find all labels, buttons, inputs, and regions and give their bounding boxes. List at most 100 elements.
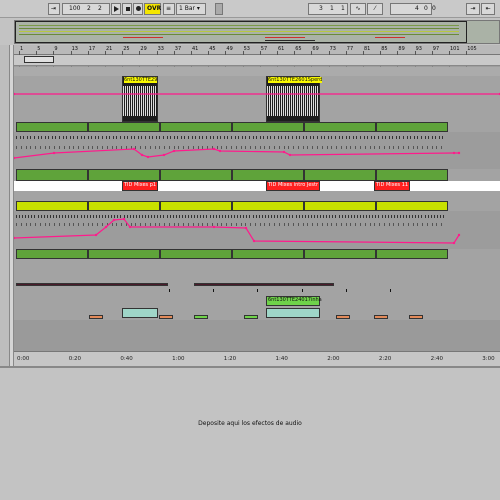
- audio-clip[interactable]: 6nt130TTE29: [122, 76, 158, 122]
- midi-clip[interactable]: [376, 169, 448, 181]
- arrangement-position[interactable]: 3 1 1: [308, 3, 348, 15]
- midi-clip[interactable]: [232, 201, 304, 211]
- note-mark: [49, 215, 51, 218]
- lane-red[interactable]: TID Mixes p1 TID Mixes intro Jestr TID Mix…: [14, 181, 500, 191]
- lane-yellow[interactable]: [14, 201, 500, 211]
- punch-out-icon[interactable]: ⇤: [481, 3, 495, 15]
- lane-green-2[interactable]: [14, 169, 500, 181]
- lane-empty[interactable]: [14, 191, 500, 201]
- lane-audio-1[interactable]: 6nt130TTE29 6nt130TTE2601Sperd: [14, 76, 500, 122]
- loop-length[interactable]: 4 0 0: [390, 3, 436, 15]
- lane-bottom[interactable]: [14, 320, 500, 351]
- midi-clip[interactable]: [88, 169, 160, 181]
- midi-clip[interactable]: [304, 169, 376, 181]
- midi-clip[interactable]: [160, 122, 232, 132]
- midi-clip[interactable]: 6nt130TTE24017inha: [266, 296, 322, 306]
- midi-clip[interactable]: [376, 249, 448, 259]
- draw-mode-icon[interactable]: ⁄: [367, 3, 383, 15]
- lane-empty-2[interactable]: [14, 259, 500, 281]
- note-mark: [163, 215, 165, 218]
- arrangement-overview[interactable]: [14, 20, 500, 44]
- midi-clip[interactable]: [376, 201, 448, 211]
- midi-clip[interactable]: [304, 122, 376, 132]
- midi-clip[interactable]: [16, 283, 168, 286]
- lane-green-3[interactable]: [14, 249, 500, 259]
- note-mark: [439, 215, 441, 218]
- lane-green-1[interactable]: [14, 122, 500, 132]
- midi-clip[interactable]: [194, 315, 208, 319]
- audio-clip[interactable]: TID Mixes intro Jestr: [266, 181, 320, 191]
- device-view[interactable]: Deposite aqui los efectos de audio: [0, 366, 500, 500]
- note-mark: [250, 223, 252, 226]
- overdub-button[interactable]: OVR: [144, 3, 161, 15]
- overview-viewport[interactable]: [15, 21, 467, 43]
- arrangement-view[interactable]: 1 5 9 13 17 21 25 29 33 37 41 45 49 53 57 61 65 69 73 77 81 8…: [14, 45, 500, 366]
- punch-in-icon[interactable]: ⇥: [466, 3, 480, 15]
- bar-ruler[interactable]: 1 5 9 13 17 21 25 29 33 37 41 45 49 53 57 61 65 69 73 77 81 8…: [14, 45, 500, 55]
- follow-icon[interactable]: ∿: [350, 3, 366, 15]
- dropdown-icon[interactable]: [215, 3, 223, 15]
- play-button[interactable]: [111, 3, 121, 15]
- time-ruler[interactable]: 0:00 0:20 0:40 1:00 1:20 1:40 2:00 2:20 2:40 3:00: [14, 351, 500, 366]
- note-mark: [245, 223, 247, 226]
- lane-dark[interactable]: [14, 281, 500, 296]
- lane-1[interactable]: [14, 67, 500, 76]
- note-mark: [326, 223, 328, 226]
- lane-green-small[interactable]: 6nt130TTE24017inha: [14, 296, 500, 308]
- midi-clip[interactable]: [304, 201, 376, 211]
- note-mark: [48, 136, 50, 139]
- loop-brace[interactable]: [24, 56, 54, 63]
- midi-clip[interactable]: [194, 283, 334, 286]
- midi-clip[interactable]: [232, 122, 304, 132]
- lane-teal[interactable]: [14, 308, 500, 320]
- midi-clip[interactable]: [16, 122, 88, 132]
- midi-clip[interactable]: [88, 249, 160, 259]
- midi-clip[interactable]: [244, 315, 258, 319]
- midi-clip[interactable]: [89, 315, 103, 319]
- midi-clip[interactable]: [374, 315, 388, 319]
- note-mark: [249, 215, 251, 218]
- midi-clip[interactable]: [232, 249, 304, 259]
- quantize-value: 1 Bar: [179, 5, 195, 12]
- audio-clip[interactable]: TID Mixes p1: [122, 181, 158, 191]
- quantize-select[interactable]: 1 Bar ▾: [176, 3, 206, 15]
- midi-clip[interactable]: [16, 169, 88, 181]
- note-mark: [384, 215, 386, 218]
- tap-tempo-button[interactable]: ⇥: [48, 3, 60, 15]
- note-mark: [205, 136, 207, 139]
- midi-clip[interactable]: [304, 249, 376, 259]
- audio-clip[interactable]: 6nt130TTE2601Sperd: [266, 76, 323, 122]
- midi-clip[interactable]: [160, 249, 232, 259]
- note-mark: [130, 136, 132, 139]
- note-mark: [111, 215, 113, 218]
- note-mark: [183, 146, 185, 149]
- quantize-menu-icon[interactable]: ≡: [163, 3, 175, 15]
- midi-clip[interactable]: [336, 315, 350, 319]
- note-mark: [114, 215, 116, 218]
- track-fold-column[interactable]: [0, 45, 10, 366]
- midi-clip[interactable]: [160, 169, 232, 181]
- midi-clip[interactable]: [16, 201, 88, 211]
- midi-clip[interactable]: [376, 122, 448, 132]
- midi-clip[interactable]: [88, 122, 160, 132]
- midi-clip[interactable]: [88, 201, 160, 211]
- midi-clip[interactable]: [232, 169, 304, 181]
- note-mark: [98, 215, 100, 218]
- midi-clip[interactable]: [266, 308, 320, 318]
- midi-clip[interactable]: [160, 201, 232, 211]
- midi-clip[interactable]: [409, 315, 423, 319]
- audio-clip[interactable]: TID Mixes 11: [374, 181, 410, 191]
- note-mark: [213, 136, 215, 139]
- record-button[interactable]: [133, 3, 143, 15]
- midi-clip[interactable]: [159, 315, 173, 319]
- midi-clip[interactable]: [16, 249, 88, 259]
- scrub-area[interactable]: [14, 55, 500, 66]
- tempo-field[interactable]: 100 2 2: [62, 3, 110, 15]
- note-mark: [188, 146, 189, 149]
- stop-button[interactable]: [122, 3, 132, 15]
- midi-clip[interactable]: [122, 308, 158, 318]
- bar-number: 85: [381, 46, 388, 52]
- lane-midi-2[interactable]: [14, 211, 500, 249]
- lane-midi-1[interactable]: [14, 132, 500, 169]
- note-mark: [188, 136, 189, 139]
